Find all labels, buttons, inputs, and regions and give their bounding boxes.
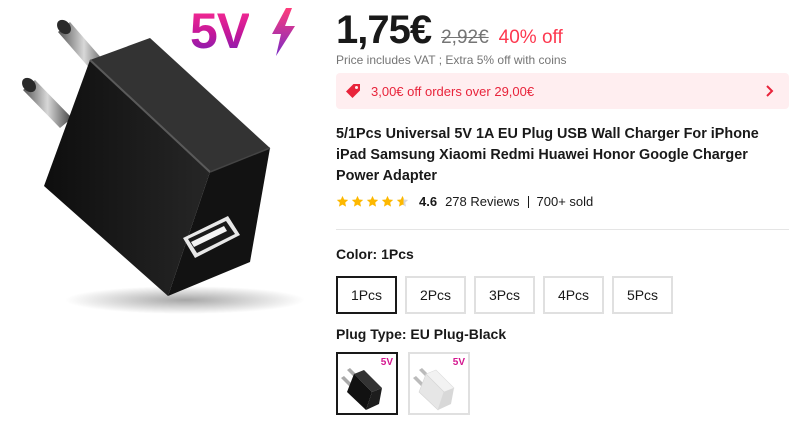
color-option-4pcs[interactable]: 4Pcs bbox=[543, 276, 604, 314]
plug-swatch-white[interactable]: 5V bbox=[408, 352, 470, 415]
plug-selected-value: EU Plug-Black bbox=[410, 326, 507, 342]
star-icon bbox=[366, 195, 379, 208]
star-icon bbox=[396, 195, 409, 208]
rating-row[interactable]: 4.6 278 Reviews 700+ sold bbox=[336, 194, 593, 209]
vat-note: Price includes VAT ; Extra 5% off with c… bbox=[336, 53, 567, 67]
charger-illustration bbox=[22, 19, 305, 314]
color-label-text: Color: bbox=[336, 246, 382, 262]
current-price: 1,75€ bbox=[336, 8, 432, 52]
color-option-3pcs[interactable]: 3Pcs bbox=[474, 276, 535, 314]
divider bbox=[527, 195, 529, 208]
star-icon bbox=[336, 195, 349, 208]
plug-label-text: Plug Type: bbox=[336, 326, 411, 342]
chevron-right-icon bbox=[765, 84, 775, 98]
tag-icon bbox=[345, 83, 361, 99]
plug-pin-bottom bbox=[22, 77, 72, 128]
coupon-banner[interactable]: 3,00€ off orders over 29,00€ bbox=[336, 73, 789, 109]
sold-count: 700+ sold bbox=[536, 194, 594, 209]
plug-swatch-black[interactable]: 5V bbox=[336, 352, 398, 415]
star-rating bbox=[336, 195, 409, 208]
rating-value: 4.6 bbox=[419, 194, 438, 209]
product-image[interactable]: 5V bbox=[0, 0, 330, 431]
coupon-text: 3,00€ off orders over 29,00€ bbox=[371, 83, 535, 99]
star-icon bbox=[381, 195, 394, 208]
review-count-link[interactable]: 278 Reviews bbox=[445, 194, 519, 209]
plug-option-label: Plug Type: EU Plug-Black bbox=[336, 326, 506, 342]
discount-badge: 40% off bbox=[498, 27, 563, 48]
lightning-bolt-icon bbox=[272, 8, 295, 56]
badge-text: 5V bbox=[190, 3, 250, 59]
product-title: 5/1Pcs Universal 5V 1A EU Plug USB Wall … bbox=[336, 126, 759, 184]
section-divider bbox=[336, 229, 789, 230]
swatch-badge: 5V bbox=[380, 357, 393, 368]
color-option-1pcs[interactable]: 1Pcs bbox=[336, 276, 397, 314]
color-option-5pcs[interactable]: 5Pcs bbox=[612, 276, 673, 314]
original-price: 2,92€ bbox=[441, 27, 489, 48]
brand-5v-badge: 5V bbox=[190, 6, 249, 56]
color-selected-value: 1Pcs bbox=[381, 246, 414, 262]
star-icon bbox=[351, 195, 364, 208]
color-option-label: Color: 1Pcs bbox=[336, 246, 414, 262]
swatch-badge: 5V bbox=[452, 357, 465, 368]
color-option-2pcs[interactable]: 2Pcs bbox=[405, 276, 466, 314]
price-row: 1,75€ 2,92€ 40% off bbox=[336, 8, 563, 53]
color-option-list: 1Pcs 2Pcs 3Pcs 4Pcs 5Pcs bbox=[336, 276, 673, 314]
plug-swatch-list: 5V 5V bbox=[336, 352, 470, 415]
